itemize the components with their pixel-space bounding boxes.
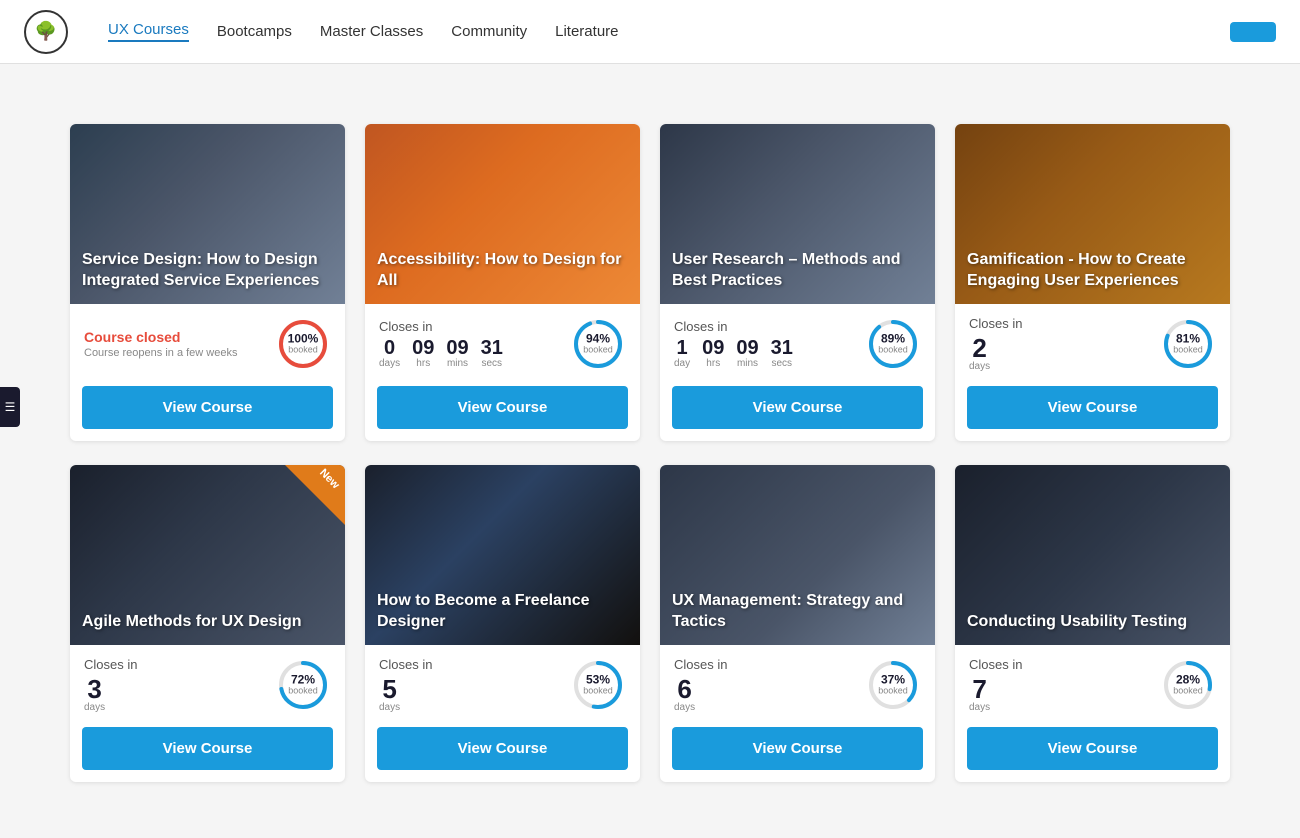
- closes-label: Closes in: [674, 319, 865, 334]
- scrollbar-hint: ☰: [0, 387, 20, 427]
- closes-label: Closes in: [969, 316, 1160, 331]
- closes-label: Closes in: [84, 657, 275, 672]
- course-card-user-research: User Research – Methods and Best Practic…: [660, 124, 935, 441]
- nav-master-classes[interactable]: Master Classes: [320, 23, 423, 40]
- booking-circle: 72% booked: [275, 657, 331, 713]
- booking-circle: 89% booked: [865, 316, 921, 372]
- course-title-accessibility: Accessibility: How to Design for All: [377, 250, 628, 292]
- countdown: 1 day 09 hrs 09 mins 31: [674, 338, 865, 369]
- countdown: 3 days: [84, 676, 275, 713]
- nav-literature[interactable]: Literature: [555, 23, 618, 40]
- countdown: 7 days: [969, 676, 1160, 713]
- course-card-gamification: Gamification - How to Create Engaging Us…: [955, 124, 1230, 441]
- course-title-service-design: Service Design: How to Design Integrated…: [82, 250, 333, 292]
- course-grid-row1: Service Design: How to Design Integrated…: [70, 124, 1230, 441]
- booking-circle: 100% booked: [275, 316, 331, 372]
- closes-label: Closes in: [379, 657, 570, 672]
- course-image-agile-methods[interactable]: New Agile Methods for UX Design: [70, 465, 345, 645]
- main-content: Service Design: How to Design Integrated…: [50, 64, 1250, 838]
- nav-ux-courses[interactable]: UX Courses: [108, 21, 189, 42]
- course-card-usability-testing: Conducting Usability Testing Closes in 7…: [955, 465, 1230, 782]
- nav-community[interactable]: Community: [451, 23, 527, 40]
- booking-circle: 53% booked: [570, 657, 626, 713]
- nav-bootcamps[interactable]: Bootcamps: [217, 23, 292, 40]
- booking-circle: 28% booked: [1160, 657, 1216, 713]
- course-title-usability-testing: Conducting Usability Testing: [967, 612, 1218, 633]
- course-status-closes: Closes in 6 days 37% boo: [660, 645, 935, 713]
- view-course-button-accessibility[interactable]: View Course: [377, 386, 628, 429]
- course-status-closes: Closes in 2 days 81% boo: [955, 304, 1230, 372]
- course-title-gamification: Gamification - How to Create Engaging Us…: [967, 250, 1218, 292]
- booking-circle: 81% booked: [1160, 316, 1216, 372]
- closes-label: Closes in: [379, 319, 570, 334]
- course-image-usability-testing[interactable]: Conducting Usability Testing: [955, 465, 1230, 645]
- new-badge: [285, 465, 345, 525]
- view-course-button-ux-management[interactable]: View Course: [672, 727, 923, 770]
- navbar: 🌳 UX Courses Bootcamps Master Classes Co…: [0, 0, 1300, 64]
- course-status-closes: Closes in 0 days 09 hrs 09 mins: [365, 304, 640, 372]
- course-status-closes: Closes in 1 day 09 hrs 09 mins: [660, 304, 935, 372]
- course-title-agile-methods: Agile Methods for UX Design: [82, 612, 333, 633]
- view-course-button-service-design[interactable]: View Course: [82, 386, 333, 429]
- course-card-service-design: Service Design: How to Design Integrated…: [70, 124, 345, 441]
- countdown: 5 days: [379, 676, 570, 713]
- course-card-freelance-designer: How to Become a Freelance Designer Close…: [365, 465, 640, 782]
- course-title-ux-management: UX Management: Strategy and Tactics: [672, 591, 923, 633]
- course-status-closes: Closes in 5 days 53% boo: [365, 645, 640, 713]
- course-title-user-research: User Research – Methods and Best Practic…: [672, 250, 923, 292]
- view-course-button-user-research[interactable]: View Course: [672, 386, 923, 429]
- countdown: 2 days: [969, 335, 1160, 372]
- view-course-button-agile-methods[interactable]: View Course: [82, 727, 333, 770]
- course-status-closes: Closes in 7 days 28% boo: [955, 645, 1230, 713]
- course-image-freelance-designer[interactable]: How to Become a Freelance Designer: [365, 465, 640, 645]
- course-card-agile-methods: New Agile Methods for UX Design Closes i…: [70, 465, 345, 782]
- booking-circle: 37% booked: [865, 657, 921, 713]
- nav-links: UX Courses Bootcamps Master Classes Comm…: [108, 21, 1214, 42]
- reopens-label: Course reopens in a few weeks: [84, 347, 275, 359]
- logo-icon: 🌳: [24, 10, 68, 54]
- course-image-service-design[interactable]: Service Design: How to Design Integrated…: [70, 124, 345, 304]
- closes-label: Closes in: [969, 657, 1160, 672]
- course-grid-row2: New Agile Methods for UX Design Closes i…: [70, 465, 1230, 782]
- countdown: 0 days 09 hrs 09 mins 31: [379, 338, 570, 369]
- course-image-gamification[interactable]: Gamification - How to Create Engaging Us…: [955, 124, 1230, 304]
- course-card-ux-management: UX Management: Strategy and Tactics Clos…: [660, 465, 935, 782]
- course-status-closed: Course closed Course reopens in a few we…: [70, 304, 345, 372]
- course-image-user-research[interactable]: User Research – Methods and Best Practic…: [660, 124, 935, 304]
- logo[interactable]: 🌳: [24, 10, 76, 54]
- course-image-accessibility[interactable]: Accessibility: How to Design for All: [365, 124, 640, 304]
- view-course-button-gamification[interactable]: View Course: [967, 386, 1218, 429]
- course-card-accessibility: Accessibility: How to Design for All Clo…: [365, 124, 640, 441]
- course-status-closes: Closes in 3 days 72% boo: [70, 645, 345, 713]
- course-title-freelance-designer: How to Become a Freelance Designer: [377, 591, 628, 633]
- view-course-button-usability-testing[interactable]: View Course: [967, 727, 1218, 770]
- nav-actions: [1214, 22, 1276, 42]
- course-image-ux-management[interactable]: UX Management: Strategy and Tactics: [660, 465, 935, 645]
- booking-circle: 94% booked: [570, 316, 626, 372]
- closed-label: Course closed: [84, 329, 275, 345]
- view-course-button-freelance-designer[interactable]: View Course: [377, 727, 628, 770]
- join-community-button[interactable]: [1230, 22, 1276, 42]
- countdown: 6 days: [674, 676, 865, 713]
- closes-label: Closes in: [674, 657, 865, 672]
